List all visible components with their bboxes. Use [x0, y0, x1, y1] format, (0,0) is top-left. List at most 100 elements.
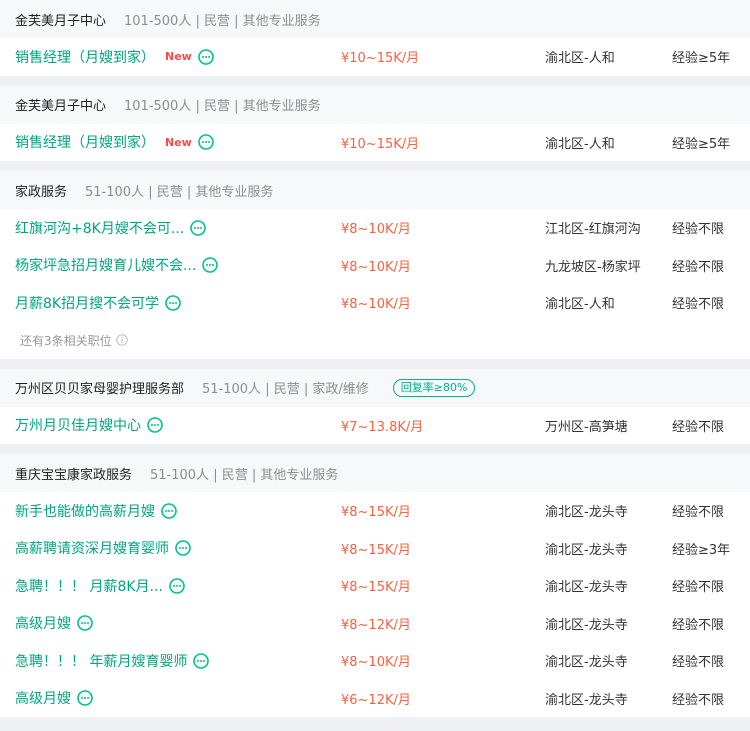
job-title-group: 销售经理（月嫂到家） New [15, 38, 214, 76]
chat-bubble-icon[interactable] [161, 502, 177, 519]
job-title-group: 红旗河沟+8K月嫂不会可... [15, 209, 206, 247]
more-jobs-text: 还有3条相关职位 [20, 333, 112, 348]
job-row[interactable]: 急聘！！！ 年薪月嫂育婴师 ¥8~10K/月 渝北区-龙头寺 经验不限 [0, 642, 750, 680]
reply-rate-badge: 回复率≥80% [392, 378, 476, 397]
job-title-group: 高级月嫂 [15, 680, 93, 718]
job-location: 江北区-红旗河沟 [545, 222, 641, 238]
job-row[interactable]: 红旗河沟+8K月嫂不会可... ¥8~10K/月 江北区-红旗河沟 经验不限 [0, 209, 750, 247]
job-row[interactable]: 急聘！！！ 月薪8K月... ¥8~15K/月 渝北区-龙头寺 经验不限 [0, 567, 750, 605]
job-salary: ¥10~15K/月 [341, 51, 420, 67]
job-location: 渝北区-龙头寺 [545, 655, 628, 671]
job-experience: 经验≥3年 [672, 542, 731, 558]
job-title-group: 杨家坪急招月嫂育儿嫂不会... [15, 247, 219, 285]
job-experience: 经验不限 [672, 580, 725, 596]
chat-bubble-icon[interactable] [169, 577, 185, 594]
job-experience: 经验不限 [672, 297, 725, 313]
chat-bubble-icon[interactable] [198, 134, 214, 151]
job-title-group: 高级月嫂 [15, 605, 93, 643]
company-header: 金芙美月子中心 101-500人 | 民营 | 其他专业服务 [0, 0, 750, 38]
job-title-group: 销售经理（月嫂到家） New [15, 124, 214, 162]
job-title[interactable]: 新手也能做的高薪月嫂 [15, 501, 155, 521]
job-location: 渝北区-龙头寺 [545, 692, 628, 708]
job-salary: ¥8~10K/月 [341, 297, 411, 313]
job-salary: ¥7~13.8K/月 [341, 419, 424, 435]
company-header: 万州区贝贝家母婴护理服务部 51-100人 | 民营 | 家政/维修 回复率≥8… [0, 368, 750, 407]
job-title[interactable]: 月薪8K招月搜不会可学 [15, 293, 159, 313]
job-salary: ¥8~15K/月 [341, 505, 411, 521]
company-name[interactable]: 万州区贝贝家母婴护理服务部 [15, 378, 184, 397]
job-experience: 经验不限 [672, 419, 725, 435]
chat-bubble-icon[interactable] [77, 615, 93, 632]
job-title[interactable]: 杨家坪急招月嫂育儿嫂不会... [15, 255, 196, 275]
company-name[interactable]: 家政服务 [15, 181, 67, 200]
job-row[interactable]: 新手也能做的高薪月嫂 ¥8~15K/月 渝北区-龙头寺 经验不限 [0, 492, 750, 530]
job-row[interactable]: 万州月贝佳月嫂中心 ¥7~13.8K/月 万州区-高笋塘 经验不限 [0, 407, 750, 445]
company-header: 重庆宝宝康家政服务 51-100人 | 民营 | 其他专业服务 [0, 454, 750, 492]
job-title[interactable]: 高级月嫂 [15, 688, 71, 708]
job-location: 渝北区-龙头寺 [545, 542, 628, 558]
job-row[interactable]: 月薪8K招月搜不会可学 ¥8~10K/月 渝北区-人和 经验不限 [0, 284, 750, 322]
chat-bubble-icon[interactable] [190, 219, 206, 236]
job-title[interactable]: 急聘！！！ 年薪月嫂育婴师 [15, 651, 187, 671]
job-title[interactable]: 销售经理（月嫂到家） [15, 132, 155, 152]
job-salary: ¥8~10K/月 [341, 655, 411, 671]
new-badge: New [165, 135, 192, 149]
job-title[interactable]: 销售经理（月嫂到家） [15, 47, 155, 67]
job-row[interactable]: 高级月嫂 ¥6~12K/月 渝北区-龙头寺 经验不限 [0, 680, 750, 718]
job-row[interactable]: 高级月嫂 ¥8~12K/月 渝北区-龙头寺 经验不限 [0, 605, 750, 643]
company-card: 金芙美月子中心 101-500人 | 民营 | 其他专业服务 销售经理（月嫂到家… [0, 85, 750, 162]
job-salary: ¥8~10K/月 [341, 222, 411, 238]
job-title[interactable]: 红旗河沟+8K月嫂不会可... [15, 218, 184, 238]
job-experience: 经验不限 [672, 505, 725, 521]
job-row[interactable]: 杨家坪急招月嫂育儿嫂不会... ¥8~10K/月 九龙坡区-杨家坪 经验不限 [0, 247, 750, 285]
job-experience: 经验不限 [672, 655, 725, 671]
job-salary: ¥8~10K/月 [341, 259, 411, 275]
company-name[interactable]: 金芙美月子中心 [15, 10, 106, 29]
chat-bubble-icon[interactable] [193, 652, 210, 669]
job-salary: ¥8~12K/月 [341, 617, 411, 633]
company-meta: 101-500人 | 民营 | 其他专业服务 [124, 99, 321, 114]
new-badge: New [165, 50, 192, 64]
job-experience: 经验不限 [672, 222, 725, 238]
job-title-group: 急聘！！！ 月薪8K月... [15, 567, 185, 605]
company-header: 金芙美月子中心 101-500人 | 民营 | 其他专业服务 [0, 85, 750, 124]
job-title-group: 新手也能做的高薪月嫂 [15, 492, 177, 530]
job-row[interactable]: 高薪聘请资深月嫂育婴师 ¥8~15K/月 渝北区-龙头寺 经验≥3年 [0, 530, 750, 568]
job-location: 渝北区-人和 [545, 297, 615, 313]
job-location: 渝北区-龙头寺 [545, 505, 628, 521]
job-title-group: 急聘！！！ 年薪月嫂育婴师 [15, 642, 210, 680]
company-card: 重庆宝宝康家政服务 51-100人 | 民营 | 其他专业服务 新手也能做的高薪… [0, 454, 750, 717]
job-experience: 经验≥5年 [672, 51, 731, 67]
company-meta: 51-100人 | 民营 | 家政/维修 [202, 382, 369, 397]
job-location: 渝北区-人和 [545, 136, 615, 152]
job-experience: 经验不限 [672, 259, 725, 275]
info-circle-icon [115, 334, 128, 346]
job-location: 渝北区-龙头寺 [545, 580, 628, 596]
job-salary: ¥10~15K/月 [341, 136, 420, 152]
job-salary: ¥8~15K/月 [341, 580, 411, 596]
company-name[interactable]: 金芙美月子中心 [15, 95, 106, 114]
job-list: 金芙美月子中心 101-500人 | 民营 | 其他专业服务 销售经理（月嫂到家… [0, 0, 750, 717]
job-row[interactable]: 销售经理（月嫂到家） New ¥10~15K/月 渝北区-人和 经验≥5年 [0, 124, 750, 162]
job-experience: 经验≥5年 [672, 136, 731, 152]
company-name[interactable]: 重庆宝宝康家政服务 [15, 464, 132, 483]
company-meta: 51-100人 | 民营 | 其他专业服务 [85, 184, 274, 200]
chat-bubble-icon[interactable] [77, 690, 93, 707]
company-card: 金芙美月子中心 101-500人 | 民营 | 其他专业服务 销售经理（月嫂到家… [0, 0, 750, 76]
more-jobs-link[interactable]: 还有3条相关职位 [0, 322, 750, 359]
chat-bubble-icon[interactable] [175, 540, 191, 557]
chat-bubble-icon[interactable] [165, 294, 181, 311]
job-location: 九龙坡区-杨家坪 [545, 259, 641, 275]
chat-bubble-icon[interactable] [198, 48, 214, 65]
chat-bubble-icon[interactable] [147, 417, 163, 434]
job-title[interactable]: 高级月嫂 [15, 613, 71, 633]
job-title[interactable]: 万州月贝佳月嫂中心 [15, 415, 141, 435]
job-location: 渝北区-人和 [545, 51, 615, 67]
chat-bubble-icon[interactable] [202, 257, 219, 274]
job-title[interactable]: 急聘！！！ 月薪8K月... [15, 576, 163, 596]
job-title[interactable]: 高薪聘请资深月嫂育婴师 [15, 538, 169, 558]
company-card: 家政服务 51-100人 | 民营 | 其他专业服务 红旗河沟+8K月嫂不会可.… [0, 171, 750, 359]
job-salary: ¥6~12K/月 [341, 692, 411, 708]
job-location: 渝北区-龙头寺 [545, 617, 628, 633]
job-row[interactable]: 销售经理（月嫂到家） New ¥10~15K/月 渝北区-人和 经验≥5年 [0, 38, 750, 76]
